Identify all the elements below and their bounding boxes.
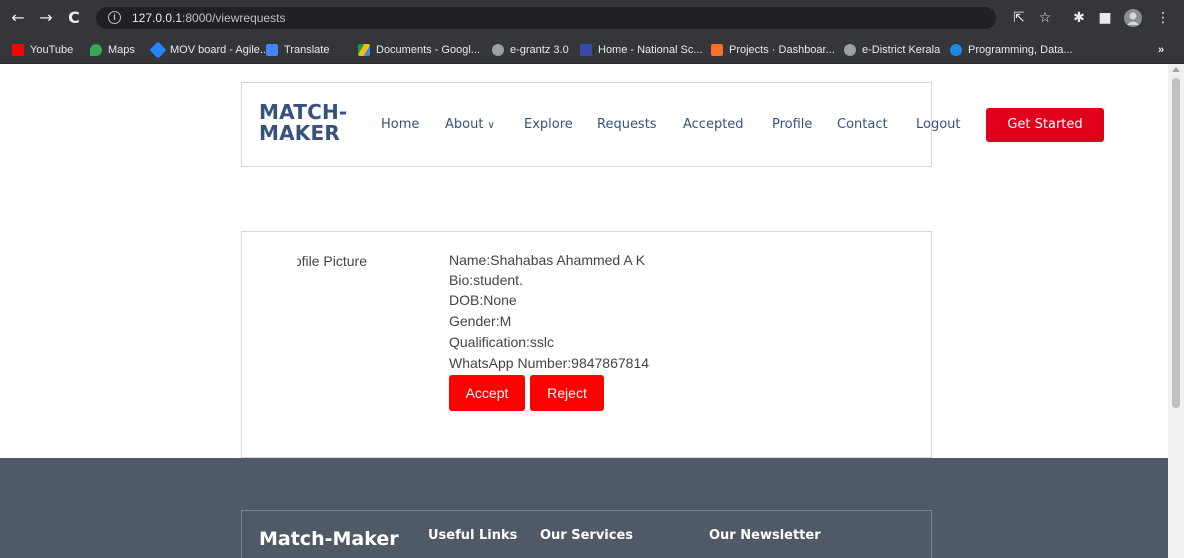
bookmark-item[interactable]: e-District Kerala	[844, 42, 940, 58]
globe-icon	[844, 44, 856, 56]
browser-toolbar: ← → C i 127.0.0.1:8000/viewrequests ⇱ ☆ …	[0, 0, 1184, 36]
translate-icon	[266, 44, 278, 56]
forward-icon[interactable]: →	[36, 8, 56, 28]
profile-picture: Profile Picture	[297, 253, 367, 269]
url-text[interactable]: 127.0.0.1:8000/viewrequests	[132, 11, 285, 25]
request-qualification: Qualification:sslc	[449, 334, 555, 350]
nav-profile[interactable]: Profile	[772, 117, 812, 132]
nav-home[interactable]: Home	[381, 117, 419, 132]
request-dob: DOB:None	[449, 292, 517, 308]
footer-brand: Match-Maker	[259, 528, 399, 550]
request-name: Name:Shahabas Ahammed A K	[449, 252, 646, 268]
nav-logout[interactable]: Logout	[916, 117, 961, 132]
logo-line-1: MATCH-	[259, 100, 348, 124]
footer-useful-links-heading: Useful Links	[428, 528, 518, 543]
vertical-scrollbar[interactable]	[1168, 64, 1184, 558]
bookmark-item[interactable]: Programming, Data...	[950, 42, 1073, 58]
nav-about-label: About	[445, 117, 484, 132]
bookmark-item[interactable]: Home - National Sc...	[580, 42, 703, 58]
nav-accepted[interactable]: Accepted	[683, 117, 744, 132]
bookmark-item[interactable]: Maps	[90, 42, 135, 58]
nsp-icon	[580, 44, 592, 56]
bookmark-item[interactable]: Projects · Dashboar...	[711, 42, 835, 58]
bookmark-item[interactable]: YouTube	[12, 42, 73, 58]
maps-icon	[90, 44, 102, 56]
bookmarks-overflow-icon[interactable]: »	[1158, 42, 1164, 58]
request-gender: Gender:M	[449, 313, 512, 329]
reject-button[interactable]: Reject	[530, 375, 604, 411]
site-info-icon[interactable]: i	[108, 11, 121, 24]
scrollbar-thumb[interactable]	[1172, 78, 1180, 408]
bookmark-star-icon[interactable]: ☆	[1036, 9, 1054, 27]
youtube-icon	[12, 44, 24, 56]
reload-icon[interactable]: C	[64, 8, 84, 28]
scroll-up-icon[interactable]	[1172, 67, 1180, 72]
footer-services-heading: Our Services	[540, 528, 634, 543]
request-whatsapp: WhatsApp Number:9847867814	[449, 355, 650, 371]
site-footer: Match-Maker Useful Links Our Services Ou…	[0, 458, 1168, 558]
programming-icon	[950, 44, 962, 56]
bookmarks-bar: YouTube Maps MOV board - Agile... Transl…	[0, 36, 1184, 64]
drive-icon	[358, 44, 370, 56]
share-icon[interactable]: ⇱	[1010, 9, 1028, 27]
nav-requests[interactable]: Requests	[597, 117, 657, 132]
nav-contact[interactable]: Contact	[837, 117, 888, 132]
avatar[interactable]	[1124, 9, 1142, 27]
footer-newsletter-heading: Our Newsletter	[709, 528, 821, 543]
bookmark-item[interactable]: MOV board - Agile...	[149, 41, 269, 59]
bookmark-item[interactable]: e-grantz 3.0	[492, 42, 569, 58]
logo-line-2: MAKER	[259, 121, 340, 145]
nav-about[interactable]: About ∨	[445, 117, 495, 132]
globe-icon	[492, 44, 504, 56]
profile-picture-alt-text: Profile Picture	[297, 253, 367, 269]
address-bar[interactable]: i 127.0.0.1:8000/viewrequests	[96, 7, 996, 29]
bookmark-item[interactable]: Translate	[266, 42, 329, 58]
back-icon[interactable]: ←	[8, 8, 28, 28]
side-panel-icon[interactable]: ■	[1096, 9, 1114, 27]
page-viewport: MATCH- MAKER Home About ∨ Explore Request…	[0, 64, 1168, 558]
menu-kebab-icon[interactable]: ⋮	[1154, 9, 1172, 27]
gitlab-icon	[711, 44, 723, 56]
nav-explore[interactable]: Explore	[524, 117, 573, 132]
agile-icon	[149, 41, 167, 59]
chevron-down-icon: ∨	[487, 120, 495, 131]
site-logo[interactable]: MATCH- MAKER	[259, 102, 347, 144]
extensions-icon[interactable]: ✱	[1070, 9, 1088, 27]
accept-button[interactable]: Accept	[449, 375, 525, 411]
get-started-button[interactable]: Get Started	[986, 108, 1104, 142]
request-bio: Bio:student.	[449, 272, 523, 288]
bookmark-item[interactable]: Documents - Googl...	[358, 42, 480, 58]
